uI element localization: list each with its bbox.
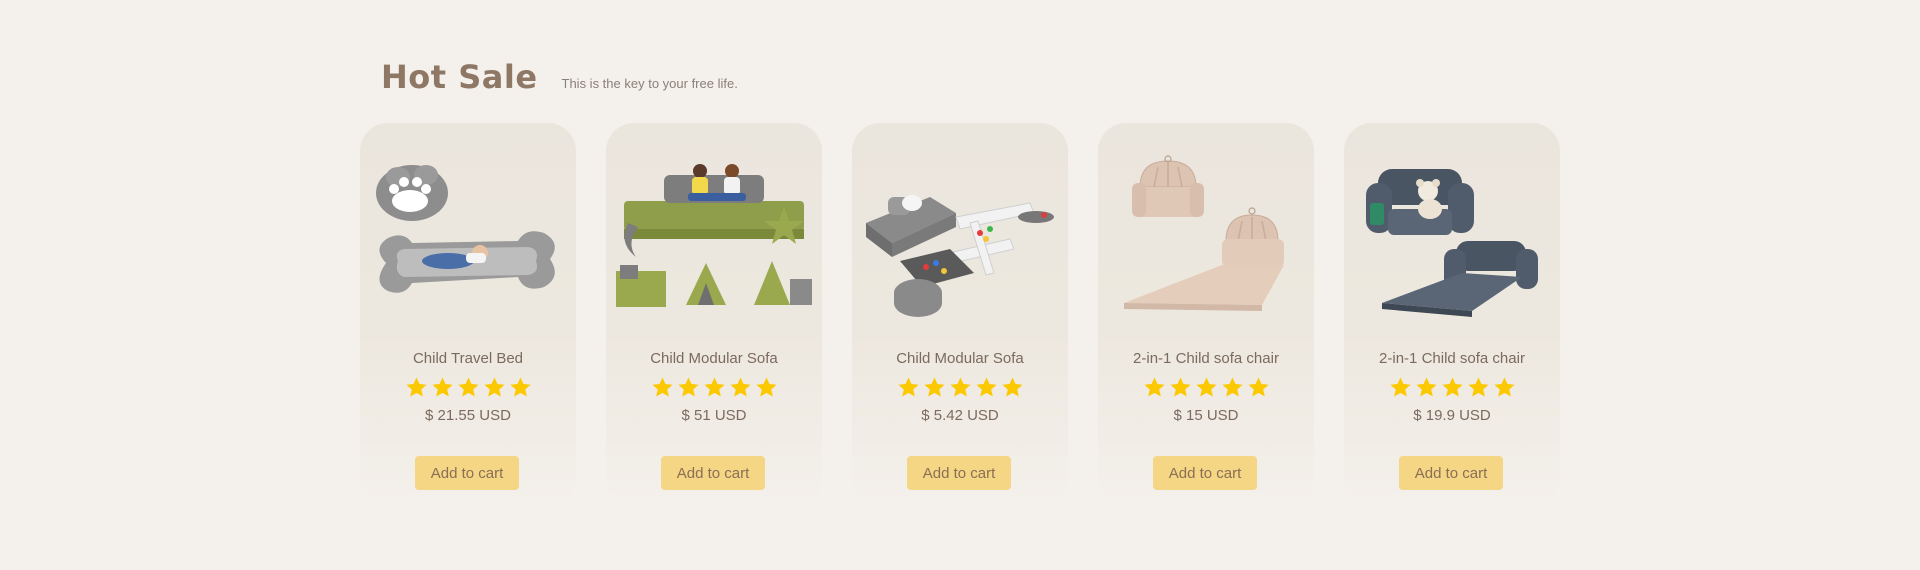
- star-icon: [1467, 377, 1489, 397]
- product-name[interactable]: Child Modular Sofa: [852, 350, 1068, 367]
- section-header: Hot Sale This is the key to your free li…: [381, 58, 738, 96]
- product-card[interactable]: Child Modular Sofa $ 5.42 USD Add to car…: [852, 123, 1068, 508]
- star-icon: [1441, 377, 1463, 397]
- star-icon: [1169, 377, 1191, 397]
- product-price: $ 19.9 USD: [1413, 407, 1491, 424]
- rating-stars: [852, 376, 1068, 399]
- star-icon: [975, 377, 997, 397]
- product-image[interactable]: [1352, 153, 1552, 323]
- add-to-cart-button[interactable]: Add to cart: [1399, 456, 1503, 490]
- star-icon: [1221, 377, 1243, 397]
- star-icon: [703, 377, 725, 397]
- product-card[interactable]: 2-in-1 Child sofa chair $ 15 USD Add to …: [1098, 123, 1314, 508]
- star-icon: [431, 377, 453, 397]
- product-card[interactable]: Child Travel Bed $ 21.55 USD Add to cart: [360, 123, 576, 508]
- star-icon: [1493, 377, 1515, 397]
- star-icon: [1001, 377, 1023, 397]
- product-card[interactable]: Child Modular Sofa $ 51 USD Add to cart: [606, 123, 822, 508]
- gray-sofa-illustration: [866, 195, 1054, 317]
- add-to-cart-button[interactable]: Add to cart: [415, 456, 519, 490]
- star-icon: [509, 377, 531, 397]
- product-name[interactable]: Child Travel Bed: [360, 350, 576, 367]
- star-icon: [405, 377, 427, 397]
- product-card[interactable]: 2-in-1 Child sofa chair $ 19.9 USD Add t…: [1344, 123, 1560, 508]
- product-image[interactable]: [1106, 153, 1306, 323]
- rating-stars: [360, 376, 576, 399]
- rating-stars: [1098, 376, 1314, 399]
- add-to-cart-button[interactable]: Add to cart: [907, 456, 1011, 490]
- product-image[interactable]: [614, 153, 814, 323]
- star-icon: [483, 377, 505, 397]
- star-icon: [677, 377, 699, 397]
- section-title: Hot Sale: [381, 58, 538, 96]
- green-sofa-illustration: [616, 164, 812, 307]
- product-name[interactable]: 2-in-1 Child sofa chair: [1344, 350, 1560, 367]
- add-to-cart-button[interactable]: Add to cart: [661, 456, 765, 490]
- product-price: $ 51 USD: [681, 407, 747, 424]
- star-icon: [1143, 377, 1165, 397]
- star-icon: [1195, 377, 1217, 397]
- product-image[interactable]: [860, 153, 1060, 323]
- product-image[interactable]: [368, 153, 568, 323]
- shell-sofa-illustration: [1124, 155, 1284, 311]
- rating-stars: [606, 376, 822, 399]
- product-list: Child Travel Bed $ 21.55 USD Add to cart: [360, 123, 1560, 508]
- star-icon: [755, 377, 777, 397]
- product-name[interactable]: Child Modular Sofa: [606, 350, 822, 367]
- star-icon: [1247, 377, 1269, 397]
- product-name[interactable]: 2-in-1 Child sofa chair: [1098, 350, 1314, 367]
- star-icon: [897, 377, 919, 397]
- star-icon: [651, 377, 673, 397]
- star-icon: [923, 377, 945, 397]
- section-subtitle: This is the key to your free life.: [561, 76, 738, 91]
- star-icon: [1415, 377, 1437, 397]
- star-icon: [949, 377, 971, 397]
- star-icon: [729, 377, 751, 397]
- product-price: $ 21.55 USD: [425, 407, 511, 424]
- add-to-cart-button[interactable]: Add to cart: [1153, 456, 1257, 490]
- travel-bed-illustration: [376, 165, 555, 293]
- dark-sofa-chair-illustration: [1366, 169, 1538, 317]
- rating-stars: [1344, 376, 1560, 399]
- star-icon: [1389, 377, 1411, 397]
- product-price: $ 5.42 USD: [921, 407, 999, 424]
- star-icon: [457, 377, 479, 397]
- product-price: $ 15 USD: [1173, 407, 1239, 424]
